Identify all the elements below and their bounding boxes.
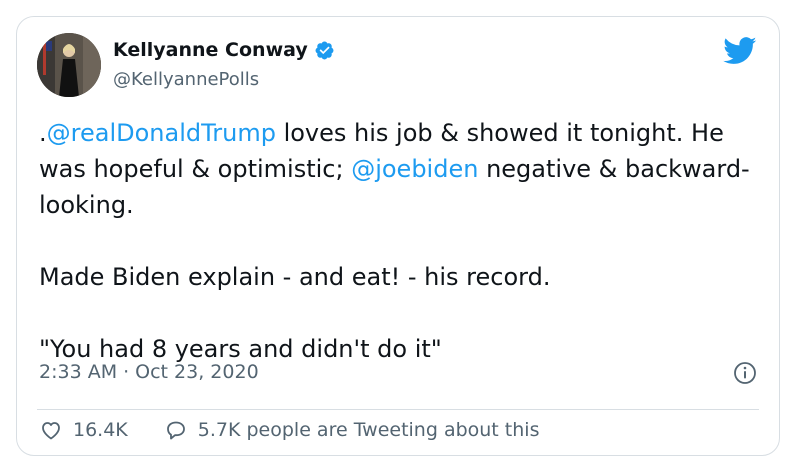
mention-link-realdonaldtrump[interactable]: @realDonaldTrump xyxy=(47,119,276,147)
tweet-text: .@realDonaldTrump loves his job & showed… xyxy=(39,115,759,367)
tweet-prefix: . xyxy=(39,119,47,147)
tweet-actions: 16.4K 5.7K people are Tweeting about thi… xyxy=(39,418,575,442)
avatar-image xyxy=(37,33,101,97)
tweeting-about-label: 5.7K people are Tweeting about this xyxy=(197,419,540,441)
tweeting-about-link[interactable]: 5.7K people are Tweeting about this xyxy=(164,418,540,442)
display-name[interactable]: Kellyanne Conway xyxy=(113,39,308,61)
reply-icon xyxy=(166,421,185,440)
user-handle[interactable]: @KellyannePolls xyxy=(113,69,259,90)
name-row: Kellyanne Conway xyxy=(113,39,335,61)
twitter-bird-icon[interactable] xyxy=(723,37,757,65)
tweet-card: Kellyanne Conway @KellyannePolls .@realD… xyxy=(16,16,780,456)
meta-separator: · xyxy=(123,361,130,383)
like-count: 16.4K xyxy=(73,419,128,441)
tweet-time[interactable]: 2:33 AM xyxy=(39,361,117,383)
info-icon[interactable] xyxy=(733,361,757,385)
like-button[interactable]: 16.4K xyxy=(39,418,128,442)
tweet-paragraph-1: .@realDonaldTrump loves his job & showed… xyxy=(39,115,759,223)
avatar[interactable] xyxy=(37,33,101,97)
heart-icon xyxy=(42,422,60,440)
divider xyxy=(37,409,759,410)
tweet-paragraph-2: Made Biden explain - and eat! - his reco… xyxy=(39,263,551,291)
mention-link-joebiden[interactable]: @joebiden xyxy=(351,155,478,183)
tweet-date[interactable]: Oct 23, 2020 xyxy=(135,361,259,383)
tweet-meta: 2:33 AM · Oct 23, 2020 xyxy=(39,361,259,383)
verified-badge-icon xyxy=(315,41,334,59)
